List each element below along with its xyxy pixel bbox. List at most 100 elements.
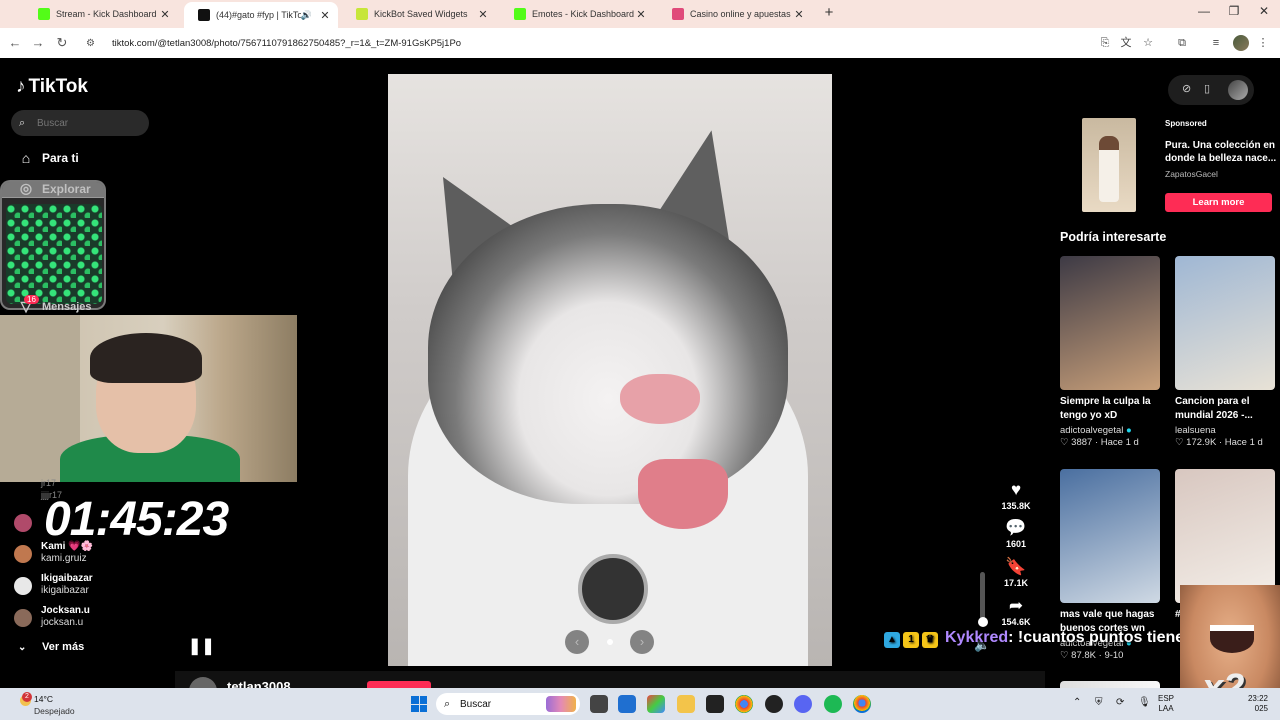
chrome-active-icon[interactable] [853,695,871,713]
profile-avatar[interactable] [1233,35,1249,51]
tab-kickbot[interactable]: KickBot Saved Widgets ✕ [342,3,496,25]
microphone-icon[interactable]: 🎙 [1138,697,1151,708]
post-photo[interactable] [388,74,832,666]
crown-badge-icon: ♛ [922,631,938,648]
next-photo-arrow-icon[interactable]: › [630,630,654,654]
pause-icon[interactable]: ❚❚ [188,636,215,656]
phone-icon[interactable]: ▯ [1204,82,1210,95]
avatar [14,545,32,563]
profile-avatar[interactable] [1228,80,1248,100]
ad-text[interactable]: Pura. Una colección en donde la belleza … [1165,139,1277,165]
spotify-icon[interactable] [824,695,842,713]
minimize-button[interactable]: — [1190,4,1218,18]
start-button[interactable] [411,696,427,712]
nav-para-ti[interactable]: ⌂ Para ti [16,150,79,166]
video-thumbnail[interactable] [1060,469,1160,603]
obs-icon[interactable] [765,695,783,713]
sync-icon[interactable]: ⟳ [1116,697,1124,708]
copilot-icon[interactable] [647,695,665,713]
bookmark-star-icon[interactable]: ☆ [1138,33,1158,53]
forward-arrow-icon[interactable]: → [29,34,47,52]
following-user-item[interactable]: Ikigaibazar ikigaibazar [14,573,174,603]
following-user-item[interactable]: Jocksan.u jocksan.u [14,605,174,635]
recommendation-card[interactable]: Siempre la culpa la tengo yo xD adictoal… [1060,256,1160,448]
video-stats: ♡ 3887 · Hace 1 d [1060,437,1139,448]
video-thumbnail[interactable] [1175,256,1275,390]
screen: Stream - Kick Dashboard ✕ (44)#gato #fyp… [0,0,1280,720]
extensions-icon[interactable]: ⧉ [1172,33,1192,53]
close-icon[interactable]: ✕ [158,8,172,21]
bookmark-button[interactable]: 🔖 17.1K [998,557,1034,588]
search-box[interactable]: ⌕ [11,110,149,136]
system-clock[interactable]: 23:22 025 [1240,694,1268,714]
chevron-up-icon[interactable]: ⌃ [1073,697,1081,708]
chevron-down-icon: ⌄ [18,641,27,653]
file-explorer-icon[interactable] [677,695,695,713]
ad-thumbnail[interactable] [1082,118,1136,212]
video-thumbnail[interactable] [1175,469,1275,603]
video-title[interactable]: Cancion para el mundial 2026 -... [1175,395,1275,423]
close-window-button[interactable]: ✕ [1250,4,1278,18]
like-button[interactable]: ♥ 135.8K [998,480,1034,511]
tiktok-logo[interactable]: ♪ TikTok [16,76,88,98]
install-app-icon[interactable]: ⎘ [1095,33,1115,53]
maximize-button[interactable]: ❐ [1220,4,1248,18]
tab-label: Stream - Kick Dashboard [56,9,157,19]
user-name: Jocksan.u [41,605,90,616]
learn-more-button[interactable]: Learn more [1165,193,1272,212]
url-text[interactable]: tiktok.com/@tetlan3008/photo/75671107918… [112,38,461,49]
close-icon[interactable]: ✕ [318,9,332,22]
comment-button[interactable]: 💬 1601 [998,518,1034,549]
search-icon: ⌕ [19,116,26,129]
address-bar[interactable]: ⚙ tiktok.com/@tetlan3008/photo/756711079… [78,32,1163,54]
video-stats: ♡ 172.9K · Hace 1 d [1175,437,1263,448]
tab-kick-stream[interactable]: Stream - Kick Dashboard ✕ [24,3,178,25]
stream-timer: 01:45:23 [44,493,229,546]
close-icon[interactable]: ✕ [634,8,648,21]
security-icon[interactable]: ⛨ [1095,697,1103,708]
reload-icon[interactable]: ↻ [53,34,71,52]
volume-slider-handle[interactable] [978,617,988,627]
tab-kick-emotes[interactable]: Emotes - Kick Dashboard ✕ [500,3,654,25]
cat-head [428,204,788,504]
store-icon[interactable] [618,695,636,713]
avatar [14,609,32,627]
heart-outline-icon: ♡ [1175,437,1184,448]
language-indicator[interactable]: ESP LAA [1158,694,1174,714]
video-author[interactable]: adictoalvegetal ● [1060,425,1160,436]
recommendation-card[interactable]: Cancion para el mundial 2026 -... lealsu… [1175,256,1275,448]
translate-icon[interactable]: 文 [1116,33,1136,53]
tab-tiktok[interactable]: (44)#gato #fyp | TikTok 🔊 ✕ [184,2,338,28]
epic-games-icon[interactable] [706,695,724,713]
video-title[interactable]: Siempre la culpa la tengo yo xD [1060,395,1160,423]
chrome-icon[interactable] [735,695,753,713]
previous-photo-arrow-icon[interactable]: ‹ [565,630,589,654]
site-info-icon[interactable]: ⚙ [86,38,102,49]
close-icon[interactable]: ✕ [476,8,490,21]
user-handle: ikigaibazar [41,585,89,596]
coin-icon[interactable]: ⊘ [1182,82,1191,95]
comment-icon: 💬 [1005,518,1027,537]
new-tab-button[interactable]: + [820,4,838,22]
carousel-dot[interactable] [607,639,613,645]
user-handle: kami.gruiz [41,553,87,564]
video-author[interactable]: lealsuena [1175,425,1275,436]
tab-label: (44)#gato #fyp | TikTok [216,10,301,20]
task-view-icon[interactable] [590,695,608,713]
tab-label: Casino online y apuestas depo [690,9,792,19]
taskbar-search[interactable]: ⌕ Buscar [436,693,580,715]
media-control-icon[interactable]: ≡ [1206,33,1226,53]
ver-mas-button[interactable]: ⌄ Ver más [18,641,84,653]
menu-dots-icon[interactable]: ⋮ [1253,33,1273,53]
back-arrow-icon[interactable]: ← [6,34,24,52]
discord-icon[interactable] [794,695,812,713]
video-thumbnail[interactable] [1060,256,1160,390]
tab-label: Emotes - Kick Dashboard [532,9,634,19]
speaker-icon[interactable]: 🔊 [301,10,312,21]
nav-label: Mensajes [42,300,92,313]
tab-casino[interactable]: Casino online y apuestas depo ✕ [658,3,812,25]
share-button[interactable]: ➦ 154.6K [998,596,1034,627]
close-icon[interactable]: ✕ [792,8,806,21]
ad-brand[interactable]: ZapatosGacel [1165,169,1218,179]
search-input[interactable] [37,117,137,129]
